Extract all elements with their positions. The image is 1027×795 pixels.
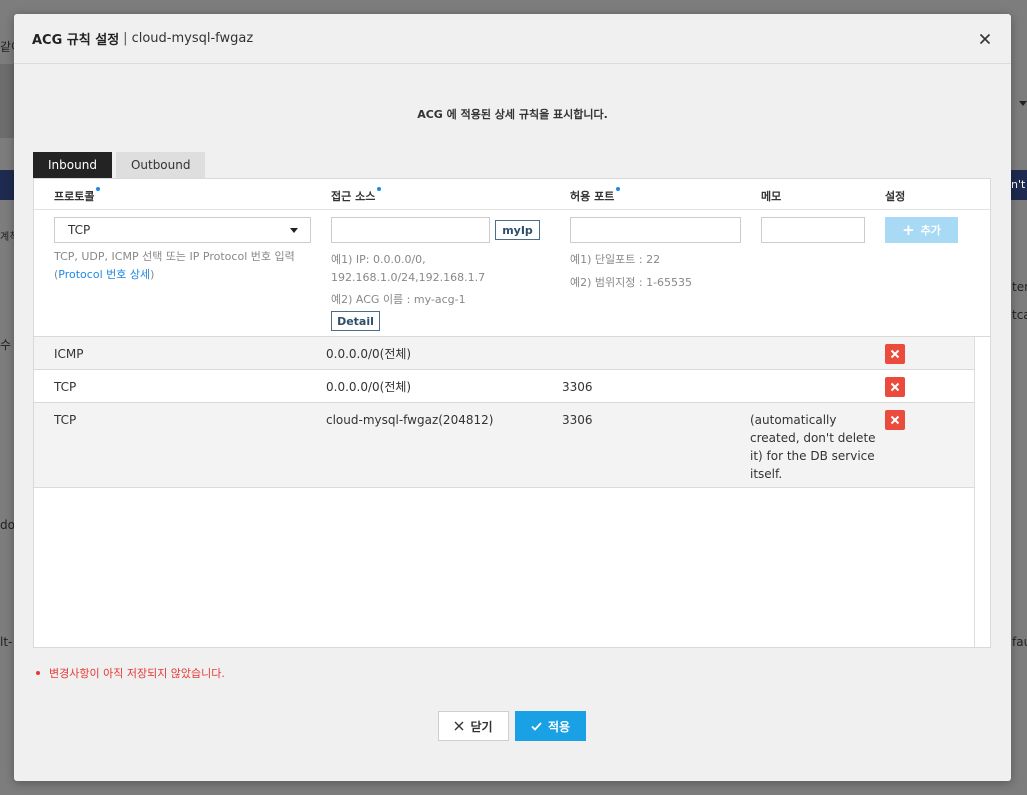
memo-line: itself. — [750, 467, 783, 481]
unsaved-warning: 변경사항이 아직 저장되지 않았습니다. — [36, 665, 225, 681]
table-row: TCP 0.0.0.0/0(전체) 3306 — [34, 370, 974, 403]
background-nav-left — [0, 170, 14, 200]
source-help-line: 192.168.1.0/24,192.168.1.7 — [331, 271, 486, 284]
background-text: tca — [1012, 308, 1027, 322]
modal-header: ACG 규칙 설정 | cloud-mysql-fwgaz — [14, 14, 1011, 64]
close-icon — [890, 349, 900, 359]
background-text: lt- — [0, 635, 13, 649]
add-rule-button[interactable]: + 추가 — [885, 217, 958, 243]
required-indicator — [616, 187, 621, 191]
rule-protocol: TCP — [54, 413, 77, 427]
rule-memo: (automatically created, don't delete it)… — [750, 411, 876, 483]
background-text: fau — [1012, 635, 1027, 649]
close-label: 닫기 — [470, 719, 493, 734]
port-help-line: 예2) 범위지정 : 1-65535 — [570, 276, 693, 289]
warning-text: 변경사항이 아직 저장되지 않았습니다. — [49, 667, 225, 680]
source-help-line: 예2) ACG 이름 : my-acg-1 — [331, 293, 466, 306]
new-rule-form: TCP TCP, UDP, ICMP 선택 또는 IP Protocol 번호 … — [34, 210, 990, 337]
rule-source: cloud-mysql-fwgaz(204812) — [326, 413, 494, 427]
protocol-help-text: TCP, UDP, ICMP 선택 또는 IP Protocol 번호 입력 — [54, 250, 295, 263]
tab-inbound[interactable]: Inbound — [33, 152, 112, 178]
plus-icon: + — [902, 221, 915, 239]
column-port: 허용 포트 — [570, 187, 621, 204]
protocol-select[interactable]: TCP — [54, 217, 311, 243]
table-row: ICMP 0.0.0.0/0(전체) — [34, 337, 974, 370]
column-protocol: 프로토콜 — [54, 187, 101, 204]
modal-title: ACG 규칙 설정 — [32, 33, 120, 48]
close-icon — [890, 415, 900, 425]
source-input[interactable] — [331, 217, 490, 243]
modal-subtitle: cloud-mysql-fwgaz — [131, 31, 254, 46]
background-text: ter — [1012, 280, 1027, 294]
rules-panel: 프로토콜 접근 소스 허용 포트 메모 설정 TCP TCP, UDP, ICM… — [33, 178, 991, 648]
rule-source: 0.0.0.0/0(전체) — [326, 347, 412, 361]
close-icon — [454, 721, 464, 731]
table-header: 프로토콜 접근 소스 허용 포트 메모 설정 — [34, 179, 990, 210]
column-source: 접근 소스 — [331, 187, 382, 204]
protocol-select-value: TCP — [68, 223, 91, 237]
apply-button[interactable]: 적용 — [515, 711, 586, 741]
protocol-help: TCP, UDP, ICMP 선택 또는 IP Protocol 번호 입력 (… — [54, 248, 295, 284]
port-input[interactable] — [570, 217, 741, 243]
title-separator: | — [123, 31, 128, 46]
rule-port: 3306 — [562, 380, 593, 394]
warning-dot — [36, 671, 40, 675]
check-icon — [531, 721, 542, 731]
add-label: 추가 — [920, 224, 941, 237]
close-icon — [890, 382, 900, 392]
delete-rule-button[interactable] — [885, 410, 905, 430]
paren-close: ) — [150, 268, 155, 281]
modal-description: ACG 에 적용된 상세 규칙을 표시합니다. — [417, 108, 608, 121]
tab-bar: Inbound Outbound — [33, 152, 206, 178]
column-memo: 메모 — [761, 190, 782, 203]
background-nav-right: n't — [1011, 170, 1027, 200]
tab-outbound[interactable]: Outbound — [115, 152, 206, 178]
detail-button[interactable]: Detail — [331, 311, 380, 331]
rules-list: ICMP 0.0.0.0/0(전체) TCP 0.0.0.0/0(전체) 330… — [34, 337, 974, 488]
memo-input[interactable] — [761, 217, 865, 243]
rule-protocol: ICMP — [54, 347, 84, 361]
required-indicator — [96, 187, 101, 191]
memo-line: it) for the DB service — [750, 449, 875, 463]
protocol-number-link[interactable]: Protocol 번호 상세 — [58, 268, 150, 281]
myip-button[interactable]: myIp — [495, 220, 540, 240]
background-caret — [1019, 101, 1027, 106]
delete-rule-button[interactable] — [885, 344, 905, 364]
apply-label: 적용 — [547, 719, 571, 734]
scrollbar[interactable] — [974, 337, 990, 647]
table-row: TCP cloud-mysql-fwgaz(204812) 3306 (auto… — [34, 403, 974, 488]
port-help-line: 예1) 단일포트 : 22 — [570, 253, 661, 266]
delete-rule-button[interactable] — [885, 377, 905, 397]
source-help: 예1) IP: 0.0.0.0/0, 192.168.1.0/24,192.16… — [331, 251, 485, 309]
memo-line: (automatically — [750, 413, 837, 427]
acg-rule-modal: ACG 규칙 설정 | cloud-mysql-fwgaz ACG 에 적용된 … — [14, 14, 1011, 781]
memo-line: created, don't delete — [750, 431, 876, 445]
rule-protocol: TCP — [54, 380, 77, 394]
protocol-link-line: (Protocol 번호 상세) — [54, 266, 295, 284]
close-icon[interactable] — [977, 31, 993, 47]
background-bar — [0, 64, 14, 138]
source-help-line: 예1) IP: 0.0.0.0/0, — [331, 253, 426, 266]
required-indicator — [377, 187, 382, 191]
background-text: 수 — [0, 338, 12, 352]
rule-source: 0.0.0.0/0(전체) — [326, 380, 412, 394]
caret-down-icon — [290, 228, 298, 233]
close-button[interactable]: 닫기 — [438, 711, 509, 741]
rule-port: 3306 — [562, 413, 593, 427]
column-settings: 설정 — [885, 190, 906, 203]
port-help: 예1) 단일포트 : 22 예2) 범위지정 : 1-65535 — [570, 251, 692, 292]
